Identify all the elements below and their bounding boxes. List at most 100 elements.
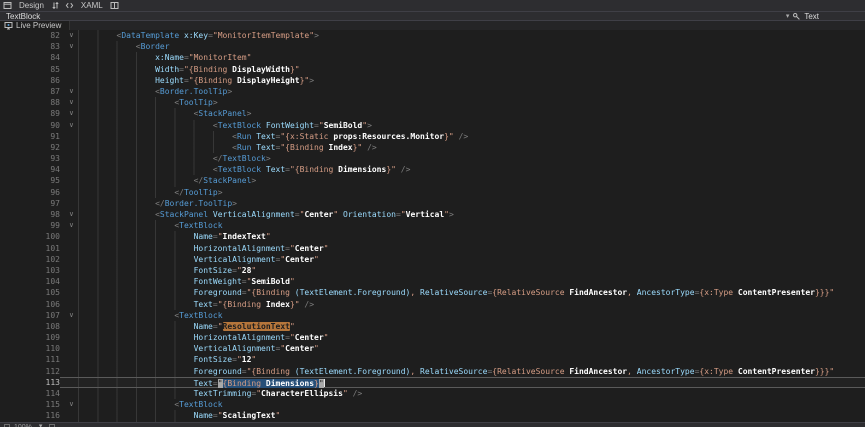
fold-chevron-icon[interactable]: ∨	[60, 108, 78, 119]
code-line[interactable]: 83∨ <Border	[0, 41, 865, 52]
code-text[interactable]: VerticalAlignment="Center"	[78, 254, 865, 265]
current-element-label[interactable]: TextBlock	[6, 12, 40, 21]
code-line[interactable]: 93 </TextBlock>	[0, 153, 865, 164]
code-line[interactable]: 108 Name="ResolutionText"	[0, 321, 865, 332]
code-line[interactable]: 114 TextTrimming="CharacterEllipsis" />	[0, 388, 865, 399]
code-line[interactable]: 107∨ <TextBlock	[0, 310, 865, 321]
code-line[interactable]: 112 Foreground="{Binding (TextElement.Fo…	[0, 366, 865, 377]
code-text[interactable]: Text="{Binding Dimensions}"	[78, 378, 865, 387]
code-line[interactable]: 95 </StackPanel>	[0, 175, 865, 186]
code-text[interactable]: <StackPanel VerticalAlignment="Center" O…	[78, 209, 865, 220]
code-line[interactable]: 102 VerticalAlignment="Center"	[0, 254, 865, 265]
fold-chevron-icon[interactable]: ∨	[60, 86, 78, 97]
line-number[interactable]: 97	[0, 198, 60, 209]
code-text[interactable]: <TextBlock	[78, 220, 865, 231]
line-number[interactable]: 103	[0, 265, 60, 276]
code-line[interactable]: 116 Name="ScalingText"	[0, 410, 865, 421]
code-text[interactable]: <Run Text="{x:Static props:Resources.Mon…	[78, 131, 865, 142]
xaml-tab[interactable]: XAML	[79, 1, 105, 10]
code-line[interactable]: 86 Height="{Binding DisplayHeight}">	[0, 75, 865, 86]
line-number[interactable]: 109	[0, 332, 60, 343]
line-number[interactable]: 107	[0, 310, 60, 321]
code-text[interactable]: TextTrimming="CharacterEllipsis" />	[78, 388, 865, 399]
line-number[interactable]: 92	[0, 142, 60, 153]
xaml-editor[interactable]: 82∨ <DataTemplate x:Key="MonitorItemTemp…	[0, 30, 865, 422]
line-number[interactable]: 102	[0, 254, 60, 265]
line-number[interactable]: 99	[0, 220, 60, 231]
code-text[interactable]: </ToolTip>	[78, 187, 865, 198]
split-view-icon[interactable]	[110, 1, 119, 10]
line-number[interactable]: 111	[0, 354, 60, 365]
fold-chevron-icon[interactable]: ∨	[60, 209, 78, 220]
code-text[interactable]: VerticalAlignment="Center"	[78, 343, 865, 354]
code-line[interactable]: 111 FontSize="12"	[0, 354, 865, 365]
code-text[interactable]: <DataTemplate x:Key="MonitorItemTemplate…	[78, 30, 865, 41]
code-text[interactable]: <Run Text="{Binding Index}" />	[78, 142, 865, 153]
fold-chevron-icon[interactable]: ∨	[60, 310, 78, 321]
fold-chevron-icon[interactable]: ∨	[60, 97, 78, 108]
code-text[interactable]: <Border.ToolTip>	[78, 86, 865, 97]
zoom-dropdown-icon[interactable]: ▾	[36, 423, 46, 427]
code-line[interactable]: 115∨ <TextBlock	[0, 399, 865, 410]
line-number[interactable]: 108	[0, 321, 60, 332]
fold-chevron-icon[interactable]: ∨	[60, 120, 78, 131]
code-text[interactable]: HorizontalAlignment="Center"	[78, 243, 865, 254]
property-label[interactable]: Text	[804, 12, 819, 21]
code-line[interactable]: 84 x:Name="MonitorItem"	[0, 52, 865, 63]
line-number[interactable]: 115	[0, 399, 60, 410]
code-line[interactable]: 90∨ <TextBlock FontWeight="SemiBold">	[0, 120, 865, 131]
code-text[interactable]: <StackPanel>	[78, 108, 865, 119]
code-text[interactable]: <ToolTip>	[78, 97, 865, 108]
code-line[interactable]: 98∨ <StackPanel VerticalAlignment="Cente…	[0, 209, 865, 220]
code-line[interactable]: 99∨ <TextBlock	[0, 220, 865, 231]
line-number[interactable]: 93	[0, 153, 60, 164]
line-number[interactable]: 82	[0, 30, 60, 41]
code-text[interactable]: <TextBlock FontWeight="SemiBold">	[78, 120, 865, 131]
line-number[interactable]: 85	[0, 64, 60, 75]
code-line[interactable]: 100 Name="IndexText"	[0, 231, 865, 242]
code-line[interactable]: 89∨ <StackPanel>	[0, 108, 865, 119]
code-line[interactable]: 91 <Run Text="{x:Static props:Resources.…	[0, 131, 865, 142]
line-number[interactable]: 110	[0, 343, 60, 354]
fold-chevron-icon[interactable]: ∨	[60, 30, 78, 41]
code-line[interactable]: 92 <Run Text="{Binding Index}" />	[0, 142, 865, 153]
code-text[interactable]: FontSize="12"	[78, 354, 865, 365]
line-number[interactable]: 96	[0, 187, 60, 198]
line-number[interactable]: 112	[0, 366, 60, 377]
code-line[interactable]: 88∨ <ToolTip>	[0, 97, 865, 108]
code-text[interactable]: Width="{Binding DisplayWidth}"	[78, 64, 865, 75]
code-text[interactable]: Text="{Binding Index}" />	[78, 299, 865, 310]
line-number[interactable]: 106	[0, 299, 60, 310]
line-number[interactable]: 91	[0, 131, 60, 142]
line-number[interactable]: 90	[0, 120, 60, 131]
line-number[interactable]: 105	[0, 287, 60, 298]
code-line[interactable]: 109 HorizontalAlignment="Center"	[0, 332, 865, 343]
line-number[interactable]: 94	[0, 164, 60, 175]
fold-chevron-icon[interactable]: ∨	[60, 399, 78, 410]
code-text[interactable]: Foreground="{Binding (TextElement.Foregr…	[78, 366, 865, 377]
line-number[interactable]: 100	[0, 231, 60, 242]
wrench-icon[interactable]	[792, 12, 801, 21]
line-number[interactable]: 87	[0, 86, 60, 97]
code-text[interactable]: HorizontalAlignment="Center"	[78, 332, 865, 343]
code-line[interactable]: 104 FontWeight="SemiBold"	[0, 276, 865, 287]
code-line[interactable]: 101 HorizontalAlignment="Center"	[0, 243, 865, 254]
code-line[interactable]: 103 FontSize="28"	[0, 265, 865, 276]
zoom-level[interactable]: 100%	[14, 423, 32, 427]
live-preview-tab[interactable]: Live Preview	[0, 21, 70, 30]
line-number[interactable]: 88	[0, 97, 60, 108]
code-text[interactable]: <TextBlock	[78, 399, 865, 410]
line-number[interactable]: 113	[0, 377, 60, 388]
line-number[interactable]: 83	[0, 41, 60, 52]
line-number[interactable]: 98	[0, 209, 60, 220]
code-text[interactable]: </Border.ToolTip>	[78, 198, 865, 209]
code-text[interactable]: FontSize="28"	[78, 265, 865, 276]
code-line[interactable]: 87∨ <Border.ToolTip>	[0, 86, 865, 97]
design-tab[interactable]: Design	[17, 1, 46, 10]
code-text[interactable]: Height="{Binding DisplayHeight}">	[78, 75, 865, 86]
code-text[interactable]: x:Name="MonitorItem"	[78, 52, 865, 63]
code-text[interactable]: Name="ResolutionText"	[78, 321, 865, 332]
code-text[interactable]: <TextBlock Text="{Binding Dimensions}" /…	[78, 164, 865, 175]
code-text[interactable]: Foreground="{Binding (TextElement.Foregr…	[78, 287, 865, 298]
line-number[interactable]: 114	[0, 388, 60, 399]
